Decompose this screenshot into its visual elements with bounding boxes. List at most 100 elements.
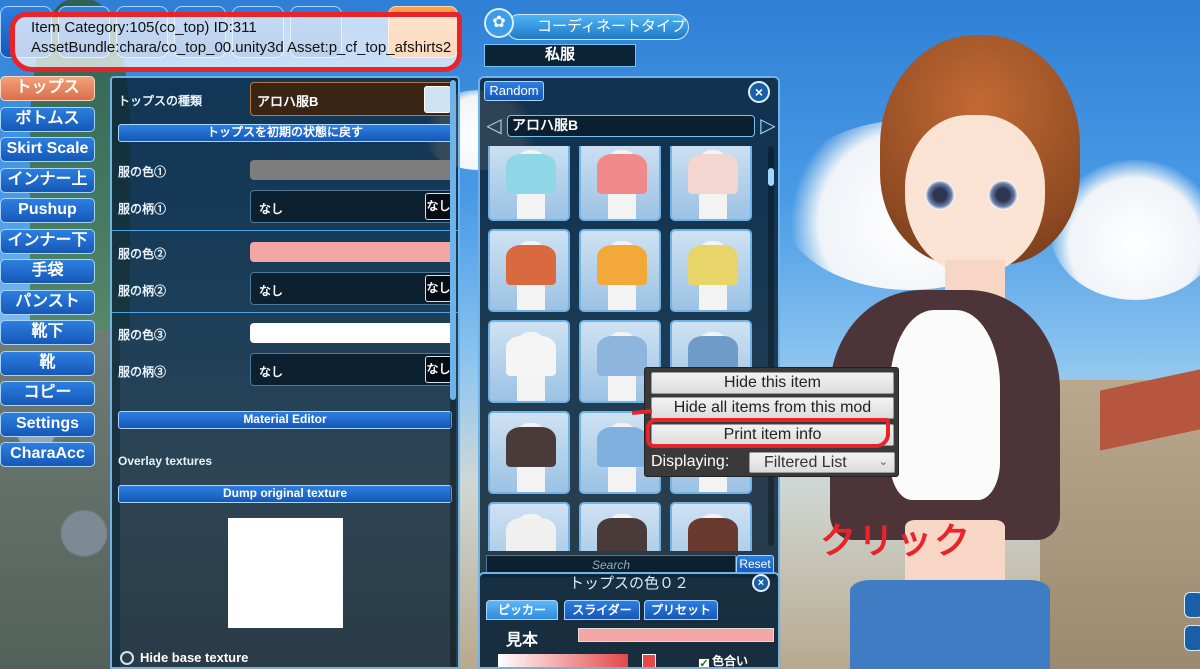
pattern1-thumbnail: なし	[425, 193, 452, 220]
garment-preview	[597, 336, 647, 376]
category-inner-bottom[interactable]: インナー下	[0, 228, 95, 254]
color3-label: 服の色③	[118, 328, 167, 342]
hide-base-checkbox[interactable]	[120, 651, 134, 665]
dump-texture-button[interactable]: Dump original texture	[118, 485, 452, 503]
pattern1-value: なし	[259, 202, 284, 216]
display-filter-select[interactable]: Filtered List ⌄	[749, 452, 895, 473]
garment-preview	[597, 518, 647, 551]
hue-slider[interactable]	[642, 654, 656, 667]
tops-type-selector[interactable]: アロハ服B	[250, 82, 456, 116]
item-thumbnail[interactable]	[579, 502, 661, 551]
pattern3-selector[interactable]: なし なし	[250, 353, 456, 386]
pattern2-label: 服の柄②	[118, 284, 167, 298]
pattern3-label: 服の柄③	[118, 365, 167, 379]
hide-base-texture-label: Hide base texture	[140, 650, 249, 665]
category-chara-acc[interactable]: CharaAcc	[0, 442, 95, 467]
category-tops[interactable]: トップス	[0, 76, 95, 101]
hide-mod-items-option[interactable]: Hide all items from this mod	[651, 397, 894, 419]
display-filter-value: Filtered List	[764, 454, 847, 471]
category-copy[interactable]: コピー	[0, 381, 95, 406]
tops-type-value: アロハ服B	[257, 94, 319, 109]
reset-tops-button[interactable]: トップスを初期の状態に戻す	[118, 124, 452, 142]
prev-arrow-icon[interactable]: ◁	[484, 115, 504, 137]
tab-slider[interactable]: スライダー	[564, 600, 640, 620]
tab-picker[interactable]: ピッカー	[486, 600, 558, 620]
dress-icon: ✿	[484, 8, 514, 38]
item-thumbnail[interactable]	[488, 146, 570, 221]
selected-item-name: アロハ服B	[507, 115, 755, 137]
sample-label: 見本	[506, 632, 539, 649]
category-sidebar: トップス ボトムス Skirt Scale インナー上 Pushup インナー下…	[0, 76, 98, 473]
color-panel-title: トップスの色０２	[568, 575, 689, 592]
overlay-textures-label: Overlay textures	[118, 454, 213, 468]
next-arrow-icon[interactable]: ▷	[758, 115, 778, 137]
item-thumbnail[interactable]	[670, 146, 752, 221]
garment-preview	[688, 518, 738, 551]
category-settings[interactable]: Settings	[0, 411, 95, 437]
material-editor-button[interactable]: Material Editor	[118, 411, 452, 429]
character-left-eye	[925, 180, 955, 210]
tab-preset[interactable]: プリセット	[644, 600, 718, 620]
checkbox-icon[interactable]: ✓	[698, 658, 710, 667]
category-socks[interactable]: 靴下	[0, 320, 95, 345]
tops-type-label: トップスの種類	[118, 94, 203, 108]
category-skirt-scale[interactable]: Skirt Scale	[0, 137, 95, 162]
category-bottoms[interactable]: ボトムス	[0, 106, 95, 132]
pattern2-selector[interactable]: なし なし	[250, 272, 456, 305]
tops-settings-panel: トップスの種類 アロハ服B トップスを初期の状態に戻す 服の色① 服の柄① なし…	[110, 76, 460, 669]
color1-swatch[interactable]	[250, 160, 456, 180]
hide-base-texture-toggle[interactable]: Hide base texture	[120, 650, 248, 665]
coordinate-selector[interactable]: 私服	[484, 44, 636, 67]
pattern1-label: 服の柄①	[118, 202, 167, 216]
garment-preview	[688, 154, 738, 194]
random-button[interactable]: Random	[484, 81, 544, 101]
category-pantyhose[interactable]: パンスト	[0, 289, 95, 315]
close-icon[interactable]: ×	[748, 81, 770, 103]
pattern2-value: なし	[259, 284, 284, 298]
saturation-box[interactable]	[498, 654, 628, 667]
character-model[interactable]	[810, 20, 1080, 669]
category-shoes[interactable]: 靴	[0, 350, 95, 376]
character-skirt	[850, 580, 1050, 669]
color3-swatch[interactable]	[250, 323, 456, 343]
item-thumbnail[interactable]	[579, 229, 661, 312]
garment-preview	[506, 245, 556, 285]
garment-preview	[506, 427, 556, 467]
garment-preview	[688, 245, 738, 285]
alpha-toggle[interactable]: ✓ 色合い	[698, 652, 748, 667]
garment-preview	[597, 245, 647, 285]
item-thumbnail[interactable]	[488, 502, 570, 551]
item-thumbnail[interactable]	[670, 229, 752, 312]
item-thumbnail[interactable]	[488, 320, 570, 403]
item-thumbnail[interactable]	[488, 229, 570, 312]
item-thumbnail-grid	[488, 146, 758, 551]
click-annotation: クリック	[820, 520, 973, 561]
garment-preview	[597, 154, 647, 194]
list-scroll-thumb[interactable]	[768, 168, 774, 186]
displaying-label: Displaying:	[651, 453, 730, 470]
edge-button[interactable]	[1184, 592, 1200, 618]
color1-label: 服の色①	[118, 165, 167, 179]
item-info-overlay: Item Category:105(co_top) ID:311 AssetBu…	[10, 12, 462, 72]
section-divider	[112, 230, 458, 231]
garment-preview	[597, 427, 647, 467]
garment-preview	[506, 336, 556, 376]
category-inner-top[interactable]: インナー上	[0, 167, 95, 193]
sample-swatch	[578, 628, 774, 642]
settings-scroll-thumb[interactable]	[450, 80, 456, 400]
color2-swatch[interactable]	[250, 242, 456, 262]
item-thumbnail[interactable]	[579, 146, 661, 221]
close-icon[interactable]: ×	[752, 574, 770, 592]
edge-button[interactable]	[1184, 625, 1200, 651]
category-gloves[interactable]: 手袋	[0, 259, 95, 284]
item-thumbnail[interactable]	[670, 502, 752, 551]
hide-item-option[interactable]: Hide this item	[651, 372, 894, 394]
color2-label: 服の色②	[118, 247, 167, 261]
item-list-panel: Random × ◁ アロハ服B ▷ Search Reset	[478, 76, 780, 579]
category-pushup[interactable]: Pushup	[0, 198, 95, 223]
pattern1-selector[interactable]: なし なし	[250, 190, 456, 223]
character-right-eye	[988, 180, 1018, 210]
section-divider	[112, 312, 458, 313]
list-scrollbar[interactable]	[768, 146, 774, 546]
item-thumbnail[interactable]	[488, 411, 570, 494]
